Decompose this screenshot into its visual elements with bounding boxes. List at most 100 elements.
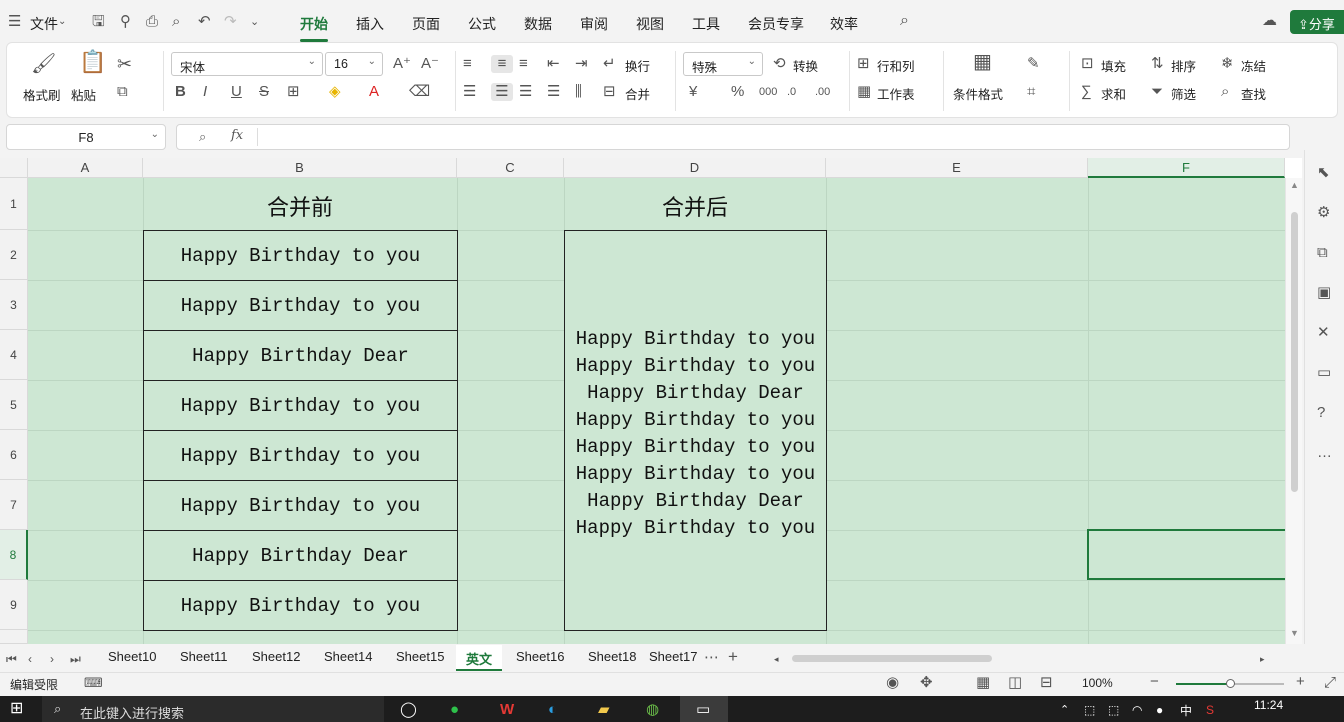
cut-icon[interactable]: ✂ [117,55,132,73]
sheet-tab[interactable]: Sheet17 [649,649,697,664]
name-box[interactable]: F8 ⌄ [6,124,166,150]
zoom-in-icon[interactable]: + [1296,673,1305,691]
scroll-down-icon[interactable]: ▼ [1290,628,1299,638]
align-bottom-icon[interactable]: ≡ [519,55,528,73]
row-header-9[interactable]: 9 [0,580,28,630]
font-color-icon[interactable]: A [369,83,379,101]
tray-app-icon[interactable]: ⬚ [1084,701,1095,719]
zoom-out-icon[interactable]: − [1150,673,1159,691]
sogou-icon[interactable]: S [1206,701,1214,719]
clock[interactable]: 11:24 [1254,698,1283,712]
active-cell-f8[interactable] [1087,529,1287,580]
wechat-tray-icon[interactable]: ● [1156,701,1163,719]
format-painter-icon[interactable]: 🖌 [31,54,56,74]
print-icon[interactable]: ⎙ [146,13,158,31]
zoom-level[interactable]: 100% [1082,676,1113,690]
last-sheet-icon[interactable]: ⏭ [70,650,81,668]
tab-page[interactable]: 页面 [412,14,440,34]
col-header-d[interactable]: D [564,158,826,178]
vertical-scrollbar[interactable]: ▲ ▼ [1285,178,1302,644]
sheet-tab[interactable]: Sheet16 [516,649,564,664]
font-grow-icon[interactable]: A⁺ [393,55,411,73]
focus-mode-icon[interactable]: ✥ [920,674,933,692]
select-all-corner[interactable] [0,158,28,178]
select-pointer-icon[interactable]: ⬉ [1317,164,1330,182]
fill-icon[interactable]: ⊡ [1081,55,1094,73]
cell-b8[interactable]: Happy Birthday Dear [143,530,458,581]
sheet-tab[interactable]: Sheet15 [396,649,444,664]
cell-b4[interactable]: Happy Birthday Dear [143,330,458,381]
settings-sliders-icon[interactable]: ⚙ [1317,204,1330,222]
tab-home[interactable]: 开始 [300,14,328,42]
merge-button[interactable]: 合并 [625,84,650,103]
zoom-formula-icon[interactable]: ⌕ [199,129,206,145]
cloud-icon[interactable]: ☁ [1262,12,1277,30]
row-header-4[interactable]: 4 [0,330,28,380]
font-family-select[interactable]: 宋体 ⌄ [171,52,323,76]
book-icon[interactable]: ▭ [1317,364,1331,382]
fullscreen-icon[interactable]: ⤢ [1324,674,1336,692]
page-break-icon[interactable]: ⊟ [1040,674,1053,692]
cell-b1-header[interactable]: 合并前 [143,190,457,222]
paste-icon[interactable]: 📋 [79,51,106,73]
col-header-b[interactable]: B [143,158,457,178]
more-icon[interactable]: … [1317,444,1332,462]
chevron-down-icon[interactable]: ⌄ [58,13,66,31]
crop-icon[interactable]: ⧉ [1317,244,1328,262]
taskbar-search-box[interactable]: ⌕ 在此键入进行搜索 [42,696,384,722]
tray-app2-icon[interactable]: ⬚ [1108,701,1119,719]
freeze-button[interactable]: 冻结 [1241,56,1266,75]
find-button[interactable]: 查找 [1241,84,1266,103]
italic-icon[interactable]: I [203,83,207,101]
zoom-slider-handle[interactable] [1226,679,1235,688]
wrap-text-icon[interactable]: ↵ [603,55,616,73]
save-icon[interactable]: 🖫 [92,13,105,31]
tab-formula[interactable]: 公式 [468,14,496,34]
image-icon[interactable]: ▣ [1317,284,1331,302]
redo-icon[interactable]: ↷ [224,13,237,31]
cell-b2[interactable]: Happy Birthday to you [143,230,458,281]
bold-icon[interactable]: B [175,83,186,101]
row-col-button[interactable]: 行和列 [877,56,915,75]
search-icon[interactable]: ⌕ [900,12,909,30]
row-header-10[interactable] [0,630,28,644]
number-format-select[interactable]: 特殊 ⌄ [683,52,763,76]
cell-d2-merged[interactable]: Happy Birthday to you Happy Birthday to … [564,230,827,631]
wifi-icon[interactable]: ◠ [1132,701,1142,719]
fill-color-icon[interactable]: ◈ [329,83,341,101]
underline-icon[interactable]: U [231,83,242,101]
distribute-icon[interactable]: ⫼ [575,83,582,101]
cell-style-icon[interactable]: ✎ [1027,55,1040,73]
tab-insert[interactable]: 插入 [356,14,384,34]
filter-button[interactable]: 筛选 [1171,84,1196,103]
align-center-icon[interactable]: ☰ [491,83,513,101]
undo-icon[interactable]: ↶ [198,13,211,31]
help-icon[interactable]: ? [1317,404,1325,422]
align-left-icon[interactable]: ☰ [463,83,476,101]
sheet-tab-active[interactable]: 英文 [456,645,502,671]
menu-icon[interactable]: ☰ [8,13,21,31]
app-icon[interactable]: ◍ [646,701,659,719]
cell-b3[interactable]: Happy Birthday to you [143,280,458,331]
sheet-tab[interactable]: Sheet10 [108,649,156,664]
currency-icon[interactable]: ¥ [689,83,697,101]
page-layout-icon[interactable]: ◫ [1008,674,1022,692]
folder-icon[interactable]: ▰ [598,701,610,719]
col-header-e[interactable]: E [826,158,1088,178]
cell-b5[interactable]: Happy Birthday to you [143,380,458,431]
percent-icon[interactable]: % [731,83,744,101]
align-right-icon[interactable]: ☰ [519,83,532,101]
sheet-tab[interactable]: Sheet18 [588,649,636,664]
wps-icon[interactable]: W [500,701,514,719]
paste-button[interactable]: 粘贴 [71,85,96,104]
clear-format-icon[interactable]: ⌫ [409,83,430,101]
table-style-icon[interactable]: ⌗ [1027,83,1035,101]
convert-icon[interactable]: ⟲ [773,55,786,73]
font-size-select[interactable]: 16 ⌄ [325,52,383,76]
tab-member[interactable]: 会员专享 [748,14,804,34]
sheet-tab[interactable]: Sheet12 [252,649,300,664]
macro-icon[interactable]: ⌨ [84,674,103,692]
thousands-icon[interactable]: 000 [759,83,777,101]
worksheet-button[interactable]: 工作表 [877,84,915,103]
filter-icon[interactable]: ⏷ [1151,83,1163,101]
